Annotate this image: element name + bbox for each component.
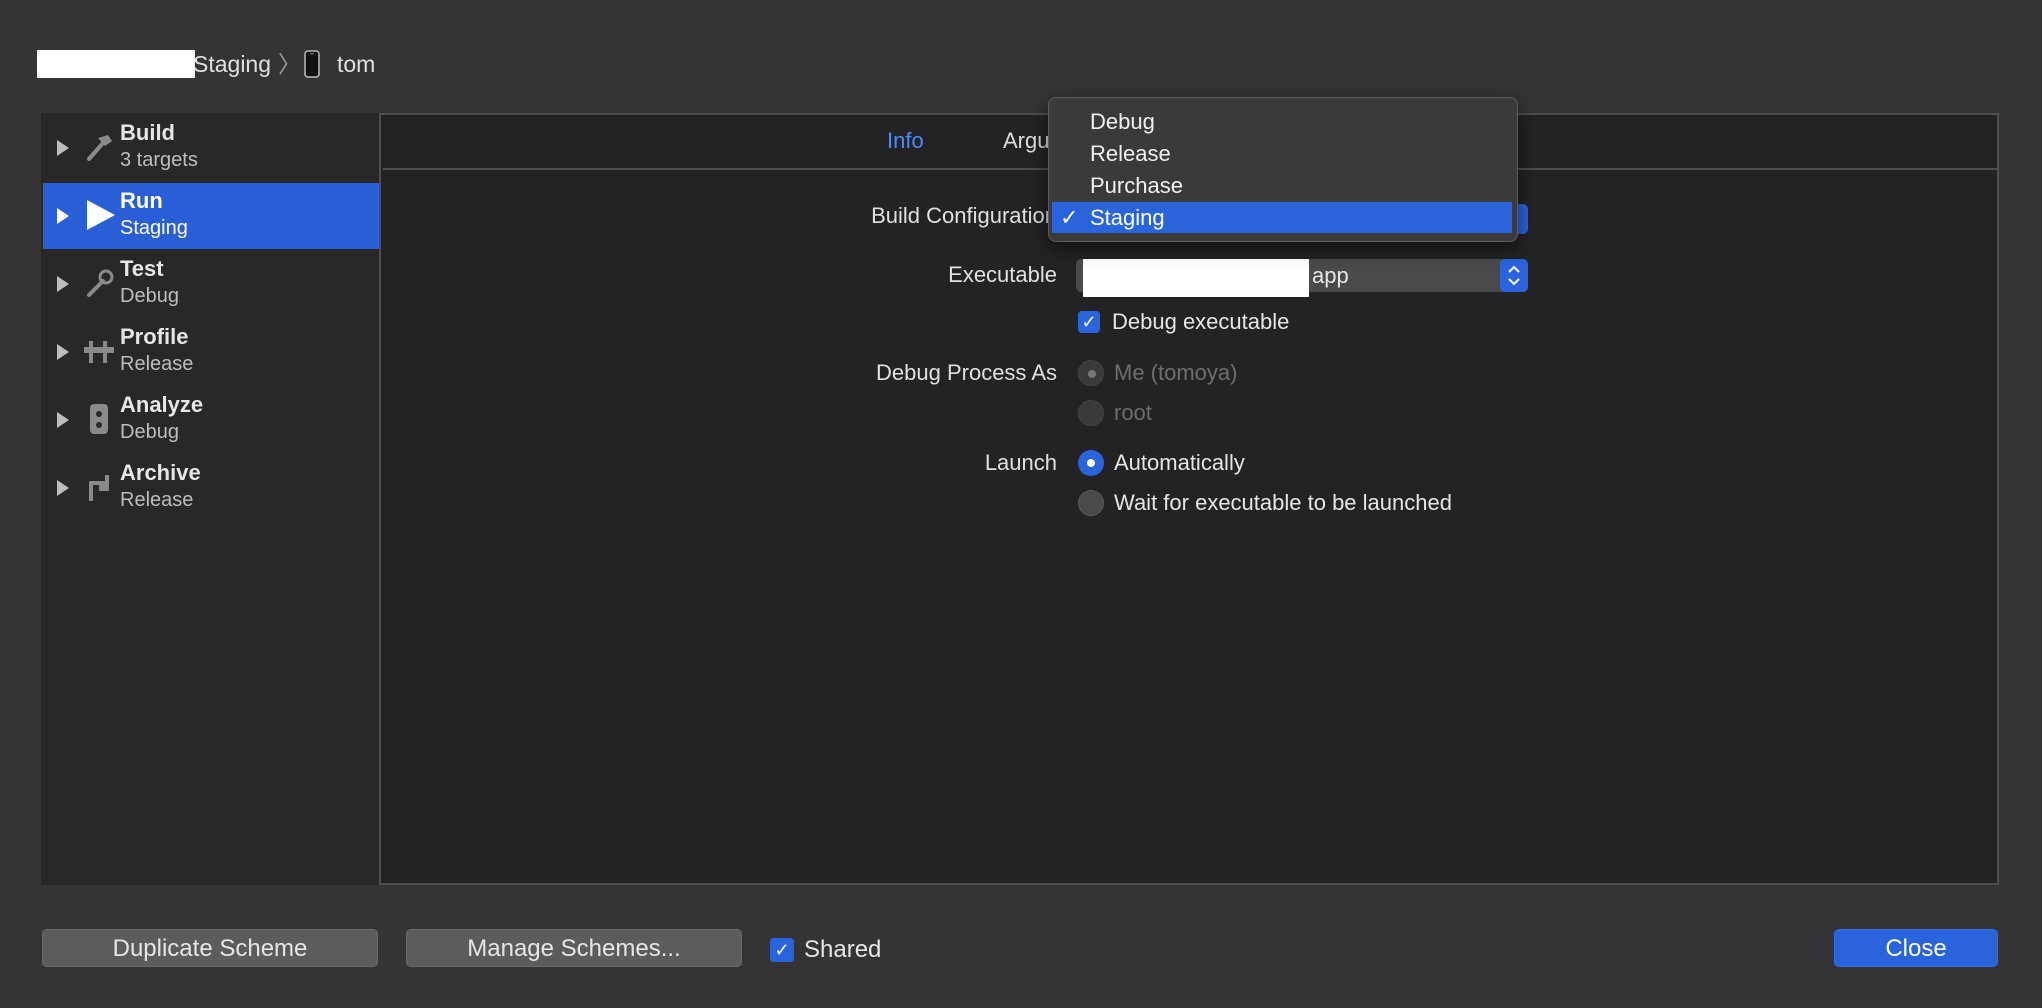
menu-item-label: Purchase: [1090, 173, 1183, 198]
menu-item-label: Debug: [1090, 109, 1155, 134]
launch-wait-label: Wait for executable to be launched: [1114, 490, 1452, 515]
checkmark-icon: ✓: [774, 940, 790, 960]
debug-process-root-label: root: [1114, 400, 1152, 425]
disclosure-triangle-icon[interactable]: [57, 140, 69, 156]
wrench-icon: [81, 265, 117, 301]
executable-stepper-icon[interactable]: [1500, 259, 1528, 292]
sidebar-item-subtitle: Release: [120, 353, 194, 375]
menu-item-label: Release: [1090, 141, 1171, 166]
redacted-executable-name: [1083, 259, 1309, 297]
debug-process-me-radio: [1078, 360, 1104, 386]
menu-item-purchase[interactable]: Purchase: [1052, 170, 1512, 201]
sidebar-item-title: Test: [120, 256, 164, 281]
checkmark-icon: ✓: [1060, 205, 1079, 230]
sidebar-item-title: Build: [120, 120, 175, 145]
build-configuration-label: Build Configuration: [871, 203, 1057, 228]
close-button[interactable]: Close: [1834, 929, 1998, 967]
executable-label: Executable: [948, 262, 1057, 287]
launch-label: Launch: [984, 450, 1057, 475]
sidebar-item-title: Profile: [120, 324, 189, 349]
sidebar-item-subtitle: Debug: [120, 285, 179, 307]
instruments-icon: [81, 333, 117, 369]
disclosure-triangle-icon[interactable]: [57, 412, 69, 428]
hammer-icon: [81, 129, 117, 165]
iphone-icon: [304, 50, 320, 78]
manage-schemes-button[interactable]: Manage Schemes...: [406, 929, 742, 967]
analyze-icon: [81, 401, 117, 437]
debug-process-root-radio: [1078, 400, 1104, 426]
disclosure-triangle-icon[interactable]: [57, 276, 69, 292]
debug-executable-label: Debug executable: [1112, 309, 1290, 334]
redacted-scheme-name: [37, 50, 195, 78]
debug-process-me-label: Me (tomoya): [1114, 360, 1238, 385]
menu-item-label: Staging: [1090, 205, 1165, 230]
sidebar-item-title: Analyze: [120, 392, 204, 417]
checkmark-icon: ✓: [1081, 312, 1097, 332]
sidebar-item-profile[interactable]: Profile Release: [43, 319, 379, 385]
sidebar-item-subtitle: Release: [120, 489, 194, 511]
menu-item-staging[interactable]: ✓ Staging: [1052, 202, 1512, 233]
disclosure-triangle-icon[interactable]: [57, 344, 69, 360]
sidebar-item-analyze[interactable]: Analyze Debug: [43, 387, 379, 453]
sidebar-item-archive[interactable]: Archive Release: [43, 455, 379, 521]
archive-icon: [81, 469, 117, 505]
tab-arguments[interactable]: Argu: [1003, 126, 1049, 156]
disclosure-triangle-icon[interactable]: [57, 480, 69, 496]
menu-item-debug[interactable]: Debug: [1052, 106, 1512, 137]
breadcrumb-separator: 〉: [278, 51, 301, 77]
executable-value: app: [1312, 263, 1349, 288]
breadcrumb-device[interactable]: tom: [337, 50, 375, 78]
breadcrumb-scheme[interactable]: Staging: [193, 50, 271, 78]
sidebar-item-subtitle: Debug: [120, 421, 179, 443]
menu-item-release[interactable]: Release: [1052, 138, 1512, 169]
sidebar-item-build[interactable]: Build 3 targets: [43, 115, 379, 181]
sidebar-item-title: Archive: [120, 460, 201, 485]
sidebar-item-subtitle: 3 targets: [120, 149, 198, 171]
launch-automatically-label: Automatically: [1114, 450, 1245, 475]
sidebar-item-run[interactable]: Run Staging: [43, 183, 379, 249]
debug-process-as-label: Debug Process As: [876, 360, 1057, 385]
sidebar-item-title: Run: [120, 188, 163, 213]
disclosure-triangle-icon[interactable]: [57, 208, 69, 224]
debug-executable-checkbox[interactable]: ✓: [1078, 311, 1100, 333]
launch-wait-radio[interactable]: [1078, 490, 1104, 516]
sidebar-item-test[interactable]: Test Debug: [43, 251, 379, 317]
launch-automatically-radio[interactable]: [1078, 450, 1104, 476]
shared-checkbox[interactable]: ✓: [770, 938, 794, 962]
play-icon: [81, 197, 117, 233]
sidebar-item-subtitle: Staging: [120, 217, 188, 239]
shared-label: Shared: [804, 936, 882, 963]
tab-info[interactable]: Info: [887, 126, 924, 156]
duplicate-scheme-button[interactable]: Duplicate Scheme: [42, 929, 378, 967]
